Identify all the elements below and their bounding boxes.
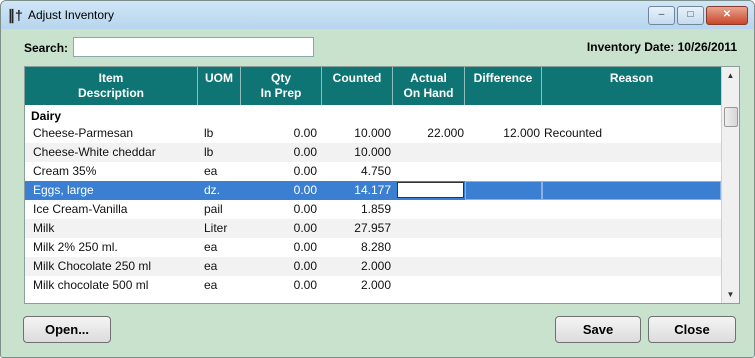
cell-counted[interactable]: 2.000	[322, 257, 391, 276]
cell-actual-on-hand[interactable]	[393, 200, 464, 219]
cell-uom[interactable]: Liter	[204, 219, 240, 238]
cell-uom[interactable]: ea	[204, 257, 240, 276]
window-title: Adjust Inventory	[28, 8, 115, 22]
cell-qty-in-prep[interactable]: 0.00	[241, 181, 317, 200]
table-row[interactable]: Cheese-Parmesan lb 0.00 10.000 22.000 12.000 R…	[25, 124, 721, 143]
selected-cell-outline	[465, 181, 542, 200]
cell-difference[interactable]	[465, 276, 540, 295]
column-header-uom[interactable]: UOM	[198, 67, 241, 105]
maximize-button[interactable]: □	[677, 6, 704, 25]
cell-actual-on-hand[interactable]	[393, 257, 464, 276]
scroll-thumb[interactable]	[724, 107, 738, 127]
cell-uom[interactable]: pail	[204, 200, 240, 219]
cell-description[interactable]: Cream 35%	[33, 162, 193, 181]
cell-uom[interactable]: ea	[204, 162, 240, 181]
close-button[interactable]: Close	[648, 316, 736, 343]
scroll-up-arrow-icon[interactable]: ▲	[722, 67, 739, 84]
table-row[interactable]: Cream 35% ea 0.00 4.750	[25, 162, 721, 181]
column-header-item-description[interactable]: Item Description	[25, 67, 198, 105]
utensils-icon: ∥†	[8, 7, 23, 23]
cell-qty-in-prep[interactable]: 0.00	[241, 276, 317, 295]
cell-difference[interactable]	[465, 257, 540, 276]
cell-counted[interactable]: 14.177	[322, 181, 391, 200]
search-input[interactable]	[73, 37, 314, 57]
cell-description[interactable]: Milk chocolate 500 ml	[33, 276, 193, 295]
cell-reason[interactable]	[544, 257, 714, 276]
cell-qty-in-prep[interactable]: 0.00	[241, 238, 317, 257]
cell-qty-in-prep[interactable]: 0.00	[241, 162, 317, 181]
cell-actual-on-hand[interactable]	[393, 238, 464, 257]
cell-reason[interactable]	[544, 276, 714, 295]
column-header-difference[interactable]: Difference	[465, 67, 542, 105]
cell-difference[interactable]	[465, 238, 540, 257]
cell-description[interactable]: Cheese-White cheddar	[33, 143, 193, 162]
group-header-dairy: Dairy	[31, 109, 62, 123]
scroll-down-arrow-icon[interactable]: ▼	[722, 286, 739, 303]
table-row[interactable]: Milk Liter 0.00 27.957	[25, 219, 721, 238]
table-row[interactable]: Milk 2% 250 ml. ea 0.00 8.280	[25, 238, 721, 257]
cell-difference[interactable]	[465, 143, 540, 162]
close-window-button[interactable]: ✕	[706, 6, 748, 25]
cell-uom[interactable]: ea	[204, 276, 240, 295]
cell-actual-on-hand[interactable]	[393, 276, 464, 295]
inventory-date: Inventory Date: 10/26/2011	[586, 40, 737, 54]
cell-qty-in-prep[interactable]: 0.00	[241, 200, 317, 219]
cell-actual-on-hand[interactable]: 22.000	[393, 124, 464, 143]
minimize-button[interactable]: –	[648, 6, 675, 25]
open-button[interactable]: Open...	[23, 316, 111, 343]
table-row[interactable]: Milk chocolate 500 ml ea 0.00 2.000	[25, 276, 721, 295]
table-row[interactable]: Eggs, large dz. 0.00 14.177	[25, 181, 721, 200]
window-controls: – □ ✕	[648, 6, 748, 25]
cell-reason[interactable]	[544, 200, 714, 219]
cell-uom[interactable]: ea	[204, 238, 240, 257]
cell-description[interactable]: Eggs, large	[33, 181, 193, 200]
actual-on-hand-edit-field[interactable]	[397, 182, 464, 198]
cell-description[interactable]: Ice Cream-Vanilla	[33, 200, 193, 219]
column-header-counted[interactable]: Counted	[322, 67, 393, 105]
cell-difference[interactable]	[465, 219, 540, 238]
cell-qty-in-prep[interactable]: 0.00	[241, 219, 317, 238]
cell-description[interactable]: Milk	[33, 219, 193, 238]
column-header-actual-on-hand[interactable]: Actual On Hand	[393, 67, 465, 105]
vertical-scrollbar[interactable]: ▲ ▼	[721, 67, 739, 303]
cell-description[interactable]: Milk Chocolate 250 ml	[33, 257, 193, 276]
cell-description[interactable]: Milk 2% 250 ml.	[33, 238, 193, 257]
table-row[interactable]: Cheese-White cheddar lb 0.00 10.000	[25, 143, 721, 162]
cell-reason[interactable]	[544, 219, 714, 238]
cell-counted[interactable]: 10.000	[322, 143, 391, 162]
column-header-qty-in-prep[interactable]: Qty In Prep	[241, 67, 322, 105]
cell-actual-on-hand[interactable]	[393, 219, 464, 238]
table-row[interactable]: Milk Chocolate 250 ml ea 0.00 2.000	[25, 257, 721, 276]
cell-reason[interactable]	[544, 238, 714, 257]
cell-counted[interactable]: 1.859	[322, 200, 391, 219]
cell-description[interactable]: Cheese-Parmesan	[33, 124, 193, 143]
cell-reason[interactable]: Recounted	[544, 124, 714, 143]
cell-counted[interactable]: 8.280	[322, 238, 391, 257]
title-bar[interactable]: ∥† Adjust Inventory – □ ✕	[1, 1, 754, 29]
cell-reason[interactable]	[544, 143, 714, 162]
cell-actual-on-hand[interactable]	[393, 162, 464, 181]
search-label: Search:	[24, 41, 69, 55]
selected-cell-outline	[542, 181, 721, 200]
cell-qty-in-prep[interactable]: 0.00	[241, 124, 317, 143]
cell-counted[interactable]: 27.957	[322, 219, 391, 238]
save-button[interactable]: Save	[555, 316, 641, 343]
cell-uom[interactable]: lb	[204, 143, 240, 162]
inventory-grid[interactable]: Item Description UOM Qty In Prep Counted A…	[24, 66, 740, 304]
table-row[interactable]: Ice Cream-Vanilla pail 0.00 1.859	[25, 200, 721, 219]
cell-reason[interactable]	[544, 162, 714, 181]
cell-qty-in-prep[interactable]: 0.00	[241, 257, 317, 276]
adjust-inventory-window: ∥† Adjust Inventory – □ ✕ Search: Invent…	[0, 0, 755, 358]
cell-difference[interactable]	[465, 200, 540, 219]
cell-counted[interactable]: 10.000	[322, 124, 391, 143]
cell-difference[interactable]: 12.000	[465, 124, 540, 143]
cell-qty-in-prep[interactable]: 0.00	[241, 143, 317, 162]
cell-counted[interactable]: 2.000	[322, 276, 391, 295]
cell-uom[interactable]: dz.	[204, 181, 240, 200]
cell-counted[interactable]: 4.750	[322, 162, 391, 181]
column-header-reason[interactable]: Reason	[542, 67, 721, 105]
cell-difference[interactable]	[465, 162, 540, 181]
cell-actual-on-hand[interactable]	[393, 143, 464, 162]
cell-uom[interactable]: lb	[204, 124, 240, 143]
